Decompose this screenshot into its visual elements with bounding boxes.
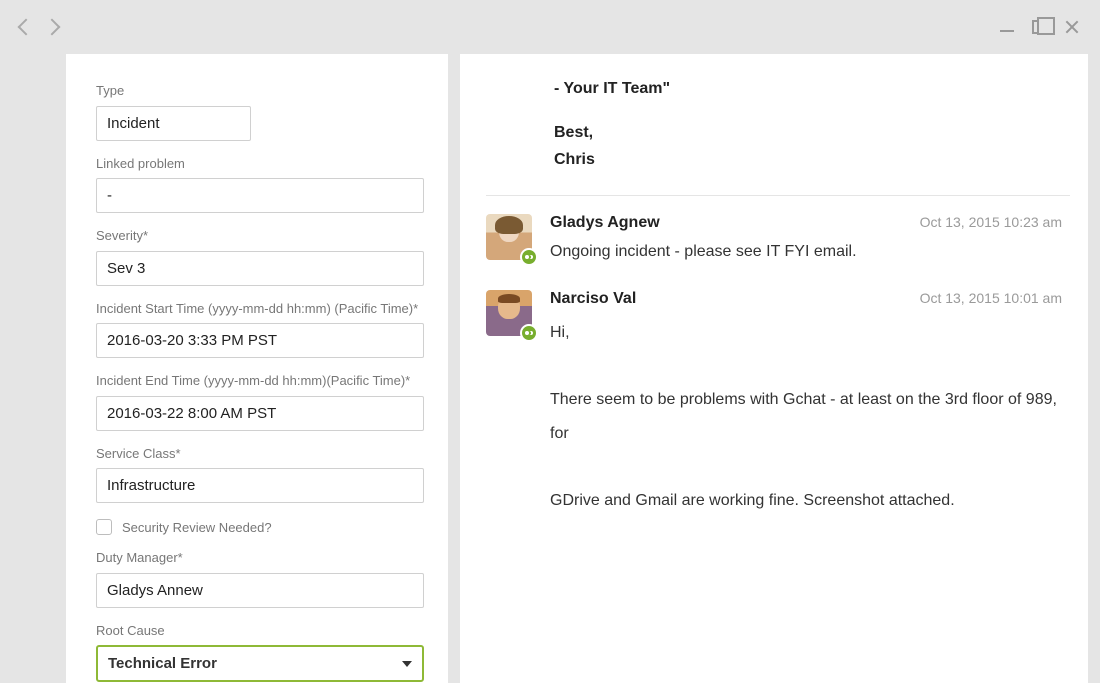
chevron-down-icon (402, 661, 412, 667)
form: Type Linked problem Severity* Incident S… (66, 54, 448, 683)
duty-manager-field[interactable] (96, 573, 424, 608)
comment: Gladys Agnew Oct 13, 2015 10:23 am Ongoi… (486, 214, 1070, 264)
service-class-label: Service Class* (96, 445, 424, 463)
comment-text: Ongoing incident - please see IT FYI ema… (550, 240, 1070, 264)
comment-author: Narciso Val (550, 290, 636, 308)
forward-icon[interactable] (44, 19, 61, 36)
comment: Narciso Val Oct 13, 2015 10:01 am Hi, Th… (486, 290, 1070, 518)
severity-label: Severity* (96, 227, 424, 245)
comment-text: Hi, There seem to be problems with Gchat… (550, 316, 1070, 518)
comment-header: Narciso Val Oct 13, 2015 10:01 am (550, 290, 1070, 308)
root-cause-value: Technical Error (108, 655, 217, 672)
root-cause-dropdown[interactable]: Technical Error (96, 645, 424, 682)
thread-panel: - Your IT Team" Best, Chris Gladys Agnew (460, 54, 1088, 683)
duty-manager-label: Duty Manager* (96, 549, 424, 567)
prev-line: Chris (554, 147, 1070, 173)
back-icon[interactable] (18, 19, 35, 36)
presence-badge-icon (520, 324, 538, 342)
incident-end-field[interactable] (96, 396, 424, 431)
linked-problem-label: Linked problem (96, 155, 424, 173)
security-review-row: Security Review Needed? (96, 519, 424, 535)
linked-problem-field[interactable] (96, 178, 424, 213)
minimize-icon[interactable] (1000, 30, 1014, 32)
previous-message-tail: - Your IT Team" Best, Chris (554, 76, 1070, 173)
prev-line: Best, (554, 120, 1070, 146)
maximize-icon[interactable] (1032, 20, 1046, 34)
prev-line: - Your IT Team" (554, 76, 1070, 102)
security-review-label: Security Review Needed? (122, 520, 272, 535)
close-icon[interactable] (1064, 19, 1080, 35)
divider (486, 195, 1070, 196)
avatar[interactable] (486, 290, 532, 336)
avatar[interactable] (486, 214, 532, 260)
comment-timestamp: Oct 13, 2015 10:23 am (920, 214, 1070, 230)
comment-author: Gladys Agnew (550, 214, 660, 232)
comment-header: Gladys Agnew Oct 13, 2015 10:23 am (550, 214, 1070, 232)
incident-start-field[interactable] (96, 323, 424, 358)
content-split: Type Linked problem Severity* Incident S… (66, 54, 1088, 683)
form-panel: Type Linked problem Severity* Incident S… (66, 54, 448, 683)
type-field[interactable] (96, 106, 251, 141)
incident-end-label: Incident End Time (yyyy-mm-dd hh:mm)(Pac… (96, 372, 424, 390)
window-controls (1000, 19, 1080, 35)
comment-timestamp: Oct 13, 2015 10:01 am (920, 290, 1070, 306)
app-window: Type Linked problem Severity* Incident S… (0, 0, 1100, 683)
nav-arrows (20, 21, 58, 33)
root-cause-label: Root Cause (96, 622, 424, 640)
presence-badge-icon (520, 248, 538, 266)
comment-thread: - Your IT Team" Best, Chris Gladys Agnew (460, 54, 1088, 683)
severity-field[interactable] (96, 251, 424, 286)
type-label: Type (96, 82, 424, 100)
service-class-field[interactable] (96, 468, 424, 503)
comment-body: Narciso Val Oct 13, 2015 10:01 am Hi, Th… (550, 290, 1070, 518)
comment-body: Gladys Agnew Oct 13, 2015 10:23 am Ongoi… (550, 214, 1070, 264)
titlebar (0, 0, 1100, 54)
security-review-checkbox[interactable] (96, 519, 112, 535)
incident-start-label: Incident Start Time (yyyy-mm-dd hh:mm) (… (96, 300, 424, 318)
